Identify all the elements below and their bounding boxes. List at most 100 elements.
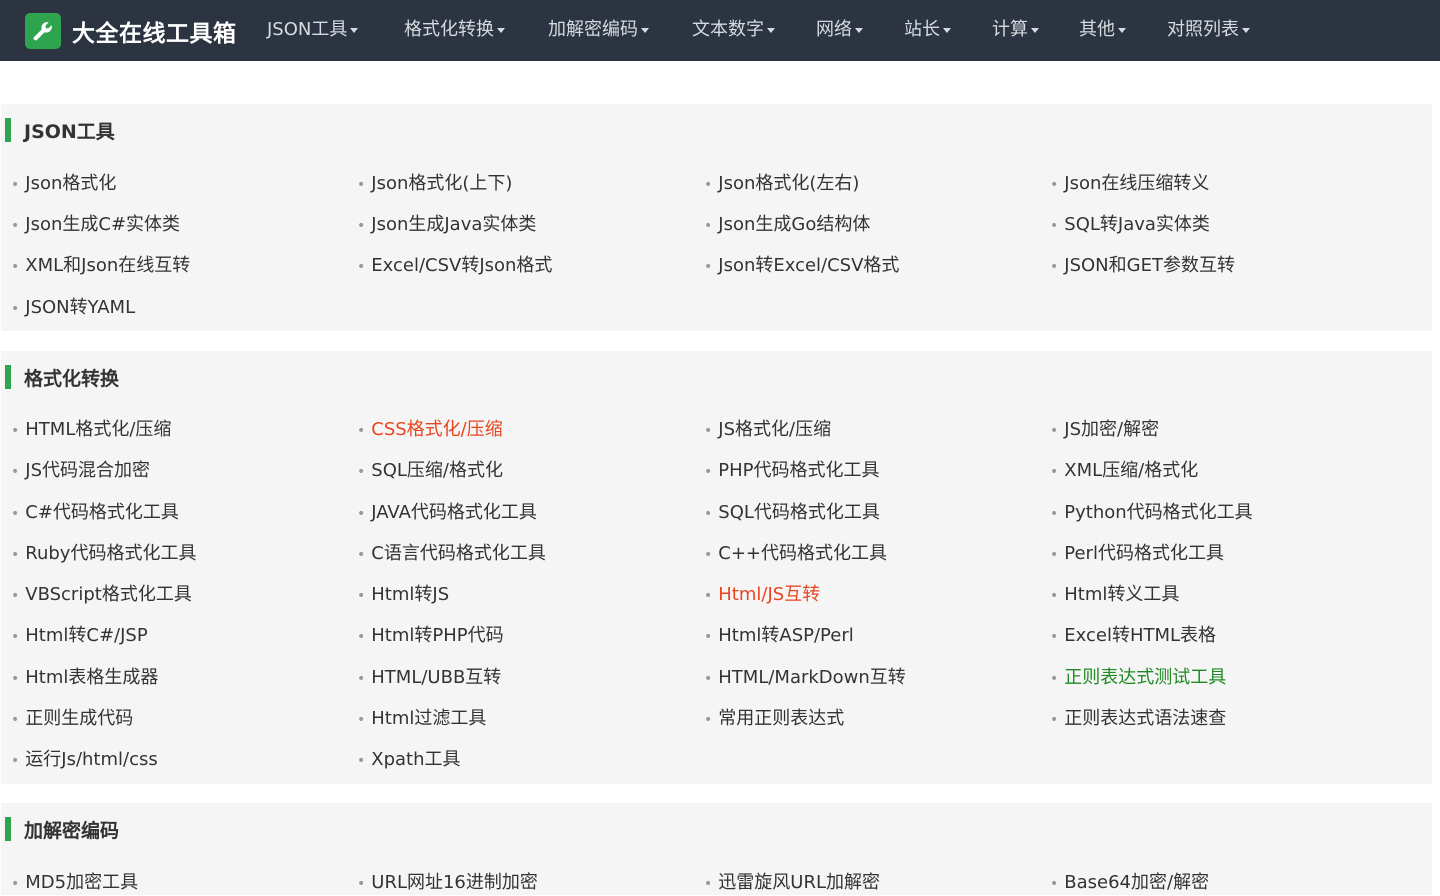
bullet-icon: • — [1050, 464, 1059, 480]
tool-label: Html转C#/JSP — [25, 625, 148, 646]
tool-label: C语言代码格式化工具 — [371, 543, 546, 564]
tool-link[interactable]: • XML和Json在线互转 — [11, 254, 190, 278]
tool-link[interactable]: • HTML格式化/压缩 — [11, 418, 171, 442]
bullet-icon: • — [1050, 218, 1059, 234]
tool-link[interactable]: • Excel转HTML表格 — [1050, 624, 1216, 648]
tool-link[interactable]: • Json生成Go结构体 — [704, 213, 870, 237]
tool-link[interactable]: • Json生成Java实体类 — [357, 213, 536, 237]
tool-label: JS代码混合加密 — [25, 460, 150, 481]
tool-link[interactable]: • XML压缩/格式化 — [1050, 459, 1198, 483]
tool-link[interactable]: • PHP代码格式化工具 — [704, 459, 880, 483]
tool-link[interactable]: • JAVA代码格式化工具 — [357, 501, 537, 525]
bullet-icon: • — [704, 588, 713, 604]
tool-link-highlighted[interactable]: • CSS格式化/压缩 — [357, 418, 503, 442]
section-title: 格式化转换 — [24, 367, 120, 390]
top-navbar: 大全在线工具箱 JSON工具 格式化转换 加解密编码 文本数字 网络 站长 计算… — [0, 0, 1440, 61]
tool-link[interactable]: • Html转义工具 — [1050, 583, 1179, 607]
tool-link[interactable]: • Html转PHP代码 — [357, 624, 504, 648]
nav-encrypt-encode[interactable]: 加解密编码 — [548, 18, 649, 42]
tool-link[interactable]: • HTML/UBB互转 — [357, 666, 501, 690]
bullet-icon: • — [1050, 423, 1059, 439]
tool-label: Json转Excel/CSV格式 — [718, 255, 900, 276]
brand[interactable]: 大全在线工具箱 — [25, 12, 237, 49]
bullet-icon: • — [357, 423, 366, 439]
bullet-icon: • — [1050, 876, 1059, 892]
tool-link[interactable]: • Perl代码格式化工具 — [1050, 542, 1224, 566]
tool-link[interactable]: • 运行Js/html/css — [11, 748, 158, 772]
bullet-icon: • — [11, 464, 20, 480]
tool-link[interactable]: • Json格式化 — [11, 172, 116, 196]
tool-link[interactable]: • Html转JS — [357, 583, 449, 607]
tool-link[interactable]: • Json格式化(上下) — [357, 172, 512, 196]
tool-link[interactable]: • Python代码格式化工具 — [1050, 501, 1253, 525]
section-encrypt-encode: 加解密编码 • MD5加密工具 • URL网址16进制加密 • 迅雷旋风URL加解密 … — [1, 803, 1432, 895]
tool-link[interactable]: • HTML/MarkDown互转 — [704, 666, 906, 690]
nav-label: 对照列表 — [1167, 19, 1239, 40]
tool-link[interactable]: • JSON和GET参数互转 — [1050, 254, 1235, 278]
tool-link[interactable]: • 正则生成代码 — [11, 707, 133, 731]
tool-label: 运行Js/html/css — [25, 749, 158, 770]
tool-link[interactable]: • SQL压缩/格式化 — [357, 459, 503, 483]
nav-json-tools[interactable]: JSON工具 — [267, 18, 359, 42]
section-json-tools: JSON工具 • Json格式化 • Json格式化(上下) • Json格式化(左右… — [1, 104, 1432, 331]
tool-label: PHP代码格式化工具 — [718, 460, 880, 481]
nav-calculate[interactable]: 计算 — [992, 18, 1039, 42]
tool-link[interactable]: • MD5加密工具 — [11, 871, 138, 895]
tool-link[interactable]: • VBScript格式化工具 — [11, 583, 192, 607]
section-format-convert: 格式化转换 • HTML格式化/压缩 • CSS格式化/压缩 • JS格式化/压缩 •… — [1, 351, 1432, 784]
tool-link[interactable]: • JS代码混合加密 — [11, 459, 150, 483]
tool-link[interactable]: • Xpath工具 — [357, 748, 461, 772]
tool-label: JSON转YAML — [25, 297, 136, 318]
bullet-icon: • — [1050, 629, 1059, 645]
bullet-icon: • — [357, 177, 366, 193]
tool-link[interactable]: • 常用正则表达式 — [704, 707, 844, 731]
tool-link[interactable]: • Json转Excel/CSV格式 — [704, 254, 899, 278]
bullet-icon: • — [11, 588, 20, 604]
tool-label: JS加密/解密 — [1064, 419, 1160, 440]
tool-link[interactable]: • Json格式化(左右) — [704, 172, 859, 196]
tool-link-highlighted[interactable]: • Html/JS互转 — [704, 583, 820, 607]
tool-label: SQL转Java实体类 — [1064, 214, 1210, 235]
tool-label: 迅雷旋风URL加解密 — [718, 872, 880, 893]
nav-format-convert[interactable]: 格式化转换 — [404, 18, 505, 42]
nav-text-number[interactable]: 文本数字 — [692, 18, 775, 42]
tool-link[interactable]: • Ruby代码格式化工具 — [11, 542, 196, 566]
tool-link[interactable]: • Html转ASP/Perl — [704, 624, 854, 648]
nav-webmaster[interactable]: 站长 — [904, 18, 951, 42]
nav-other[interactable]: 其他 — [1079, 18, 1126, 42]
tool-link[interactable]: • Html表格生成器 — [11, 666, 158, 690]
tool-label: JS格式化/压缩 — [718, 419, 832, 440]
tool-link[interactable]: • C++代码格式化工具 — [704, 542, 887, 566]
bullet-icon: • — [357, 464, 366, 480]
tool-link[interactable]: • Json在线压缩转义 — [1050, 172, 1209, 196]
tool-link[interactable]: • Html转C#/JSP — [11, 624, 148, 648]
tool-link[interactable]: • C语言代码格式化工具 — [357, 542, 546, 566]
tool-label: HTML/MarkDown互转 — [718, 667, 906, 688]
tool-link[interactable]: • JS加密/解密 — [1050, 418, 1159, 442]
tool-link[interactable]: • Html过滤工具 — [357, 707, 486, 731]
tool-link[interactable]: • JS格式化/压缩 — [704, 418, 831, 442]
tool-label: C++代码格式化工具 — [718, 543, 887, 564]
bullet-icon: • — [704, 876, 713, 892]
tool-link[interactable]: • SQL转Java实体类 — [1050, 213, 1210, 237]
nav-network[interactable]: 网络 — [816, 18, 863, 42]
tool-link[interactable]: • 正则表达式语法速查 — [1050, 707, 1226, 731]
tool-link[interactable]: • 迅雷旋风URL加解密 — [704, 871, 880, 895]
tool-link[interactable]: • Base64加密/解密 — [1050, 871, 1209, 895]
tool-label: SQL压缩/格式化 — [371, 460, 503, 481]
nav-label: 加解密编码 — [548, 19, 638, 40]
tool-link[interactable]: • Json生成C#实体类 — [11, 213, 180, 237]
bullet-icon: • — [11, 301, 20, 317]
tool-link[interactable]: • Excel/CSV转Json格式 — [357, 254, 552, 278]
bullet-icon: • — [704, 464, 713, 480]
tool-label: Base64加密/解密 — [1064, 872, 1210, 893]
nav-reference-list[interactable]: 对照列表 — [1167, 18, 1250, 42]
tool-link[interactable]: • C#代码格式化工具 — [11, 501, 179, 525]
tool-link[interactable]: • JSON转YAML — [11, 296, 135, 320]
tool-link[interactable]: • URL网址16进制加密 — [357, 871, 538, 895]
section-title: JSON工具 — [24, 120, 115, 143]
tool-link[interactable]: • SQL代码格式化工具 — [704, 501, 880, 525]
wrench-icon — [25, 12, 61, 49]
tool-link-highlighted[interactable]: • 正则表达式测试工具 — [1050, 666, 1226, 690]
tool-label: Xpath工具 — [371, 749, 461, 770]
